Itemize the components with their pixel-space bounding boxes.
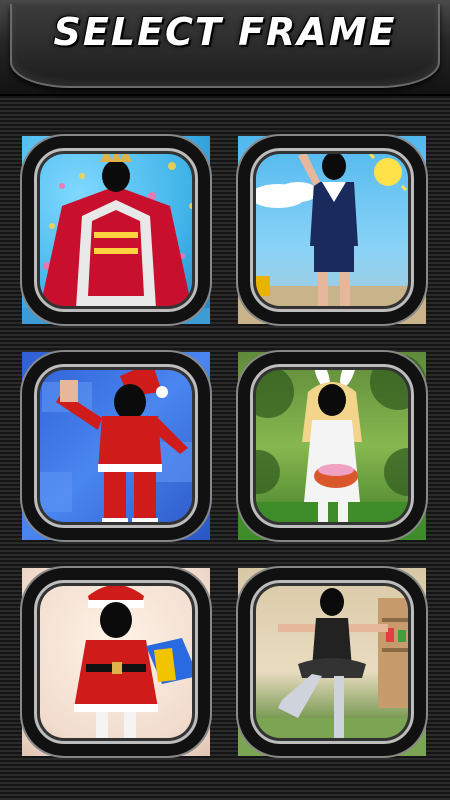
frame-thumbnail	[22, 136, 210, 324]
page-title: SELECT FRAME	[53, 10, 397, 54]
frame-card-santa-boy[interactable]	[22, 352, 210, 540]
king-costume-image	[22, 146, 210, 324]
bunny-girl-costume-image	[238, 354, 426, 540]
header-bar: SELECT FRAME	[0, 0, 450, 96]
ballerina-costume-image	[238, 588, 426, 756]
santa-girl-costume-image	[74, 585, 198, 746]
frame-grid	[0, 120, 450, 800]
frame-card-sailor[interactable]	[238, 136, 426, 324]
frame-thumbnail	[22, 568, 210, 756]
frame-thumbnail	[238, 568, 426, 756]
frame-thumbnail	[238, 352, 426, 540]
sailor-costume-image	[238, 146, 426, 324]
santa-boy-costume-image	[32, 362, 202, 526]
frame-card-ballerina[interactable]	[238, 568, 426, 756]
frame-card-santa-girl[interactable]	[22, 568, 210, 756]
frame-thumbnail	[238, 136, 426, 324]
frame-card-bunny-girl[interactable]	[238, 352, 426, 540]
frame-thumbnail	[22, 352, 210, 540]
frame-card-king[interactable]	[22, 136, 210, 324]
